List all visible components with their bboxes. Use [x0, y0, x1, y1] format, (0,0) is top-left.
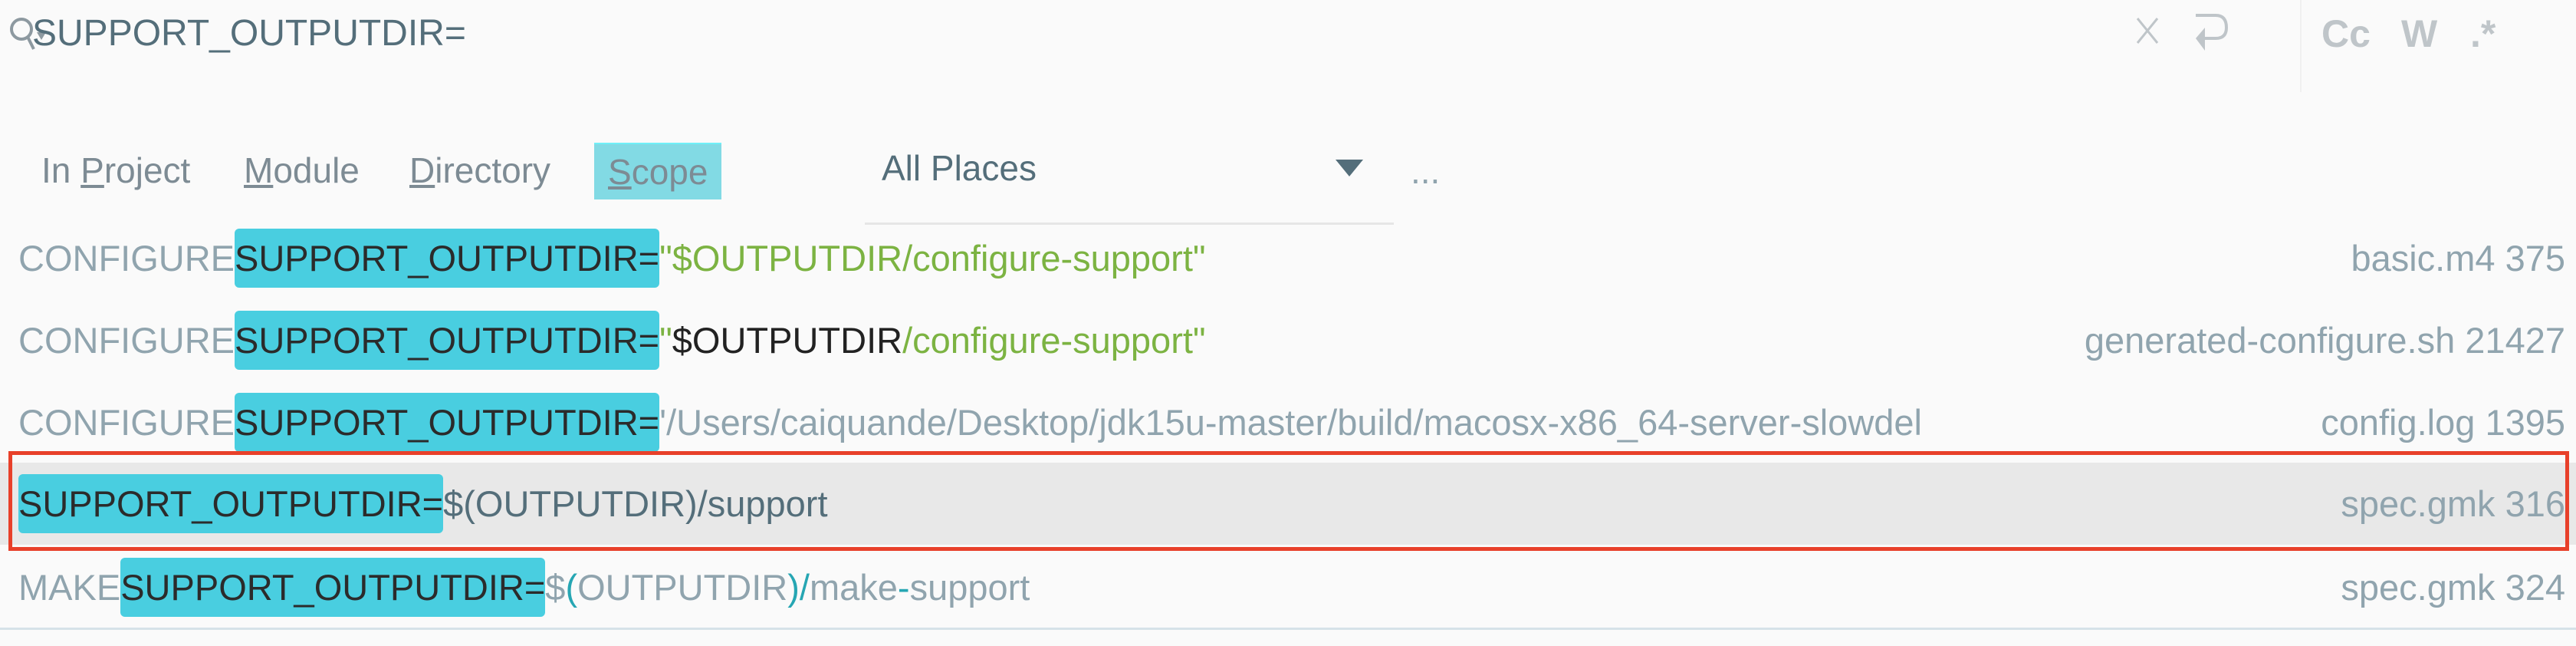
rest: '/Users/caiquande/Desktop/jdk15u-master/…	[659, 402, 1922, 443]
scope-dropdown[interactable]: All Places	[865, 138, 1394, 225]
more-options-button[interactable]: ...	[1411, 150, 1440, 192]
tab-label: odule	[273, 150, 360, 190]
tab-directory[interactable]: Directory	[399, 143, 561, 198]
rest: "$OUTPUTDIR/configure-support"	[659, 238, 1206, 279]
prefix: MAKE	[18, 567, 121, 608]
tab-mnemonic: P	[80, 150, 104, 190]
chevron-down-icon	[1336, 160, 1363, 176]
tab-module[interactable]: Module	[233, 143, 370, 198]
regex-toggle[interactable]: .*	[2470, 11, 2496, 57]
match-highlight: SUPPORT_OUTPUTDIR=	[235, 229, 660, 288]
prefix: CONFIGURE	[18, 238, 235, 279]
tab-label: cope	[631, 152, 708, 192]
rest: /configure-support"	[902, 320, 1206, 361]
result-row[interactable]: CONFIGURESUPPORT_OUTPUTDIR="$OUTPUTDIR/c…	[0, 299, 2576, 381]
tab-label: roject	[104, 150, 191, 190]
tab-label: irectory	[435, 150, 551, 190]
match-case-toggle[interactable]: Cc	[2321, 11, 2371, 57]
file-location: generated-configure.sh 21427	[2084, 320, 2565, 361]
match-highlight: SUPPORT_OUTPUTDIR=	[235, 393, 660, 452]
clear-icon[interactable]	[2136, 17, 2159, 44]
result-row[interactable]: MAKESUPPORT_OUTPUTDIR=$(OUTPUTDIR)/make-…	[0, 546, 2576, 628]
scope-value: All Places	[882, 148, 1037, 188]
tab-label: In	[41, 150, 81, 190]
rest: $OUTPUTDIR	[672, 320, 903, 361]
tab-scope[interactable]: Scope	[594, 143, 722, 199]
toolbar-divider	[2300, 0, 2302, 92]
new-line-icon[interactable]	[2194, 12, 2229, 54]
divider	[0, 628, 2576, 630]
tab-mnemonic: M	[244, 150, 274, 190]
prefix: CONFIGURE	[18, 402, 235, 443]
tab-in-project[interactable]: In Project	[31, 143, 201, 198]
rest: (	[565, 567, 578, 608]
match-highlight: SUPPORT_OUTPUTDIR=	[120, 558, 546, 617]
rest: make	[809, 567, 898, 608]
tab-mnemonic: S	[608, 152, 632, 192]
match-highlight: SUPPORT_OUTPUTDIR=	[235, 311, 660, 370]
tab-mnemonic: D	[409, 150, 435, 190]
rest: -	[897, 567, 910, 608]
result-row[interactable]: CONFIGURESUPPORT_OUTPUTDIR="$OUTPUTDIR/c…	[0, 217, 2576, 299]
search-input[interactable]: SUPPORT_OUTPUTDIR=	[32, 11, 466, 57]
rest: $	[545, 567, 566, 608]
rest: "	[659, 320, 672, 361]
file-location: basic.m4 375	[2351, 238, 2565, 279]
prefix: CONFIGURE	[18, 320, 235, 361]
rest: support	[909, 567, 1030, 608]
words-toggle[interactable]: W	[2401, 11, 2437, 57]
rest: OUTPUTDIR	[577, 567, 788, 608]
selection-highlight-box	[8, 451, 2569, 551]
file-location: spec.gmk 324	[2341, 567, 2565, 608]
rest: )/	[787, 567, 810, 608]
